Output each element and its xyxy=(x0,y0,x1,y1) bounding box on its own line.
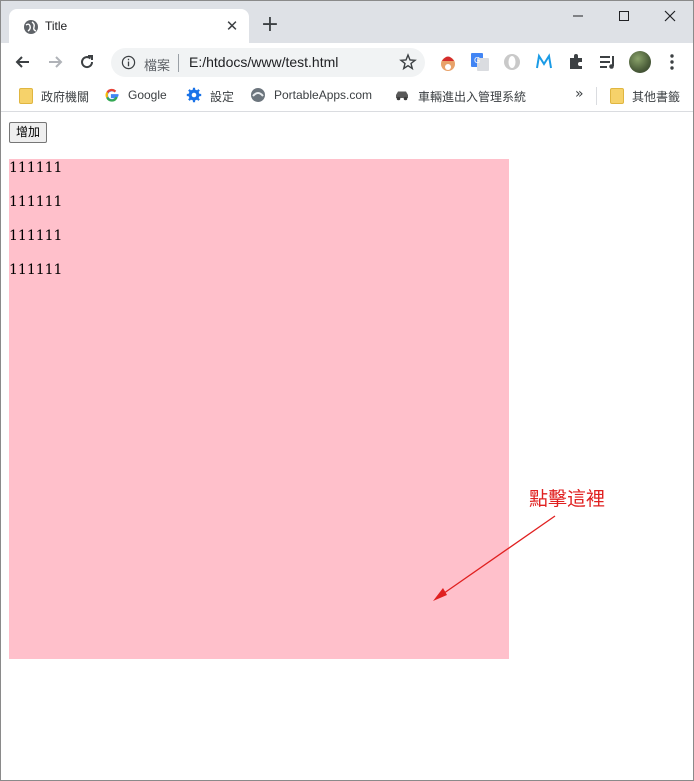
page-content: 增加 111111 111111 111111 111111 點擊這裡 xyxy=(1,112,693,780)
maximize-icon xyxy=(619,11,629,21)
gear-icon xyxy=(186,87,202,103)
star-icon[interactable] xyxy=(399,53,417,71)
more-menu-icon[interactable] xyxy=(665,53,679,71)
bookmark-label: 其他書籤 xyxy=(632,90,681,104)
browser-window: Title ✕ + 檔案 E:/htdocs/www/test.html G 政… xyxy=(0,0,694,781)
close-icon xyxy=(664,10,676,22)
annotation-arrow-icon xyxy=(433,515,556,601)
minimize-icon xyxy=(573,15,583,17)
arrow-left-icon xyxy=(15,56,29,68)
minimize-button[interactable] xyxy=(555,1,601,31)
media-control-icon[interactable] xyxy=(598,52,618,72)
bookmark-item[interactable]: 政府機關 xyxy=(17,87,97,105)
bookmarks-divider xyxy=(596,87,597,105)
info-icon[interactable] xyxy=(121,55,136,70)
bookmark-label: 設定 xyxy=(210,90,235,104)
santa-extension-icon[interactable] xyxy=(438,52,458,72)
bookmark-label: PortableApps.com xyxy=(274,88,373,102)
bookmark-label: 政府機關 xyxy=(41,90,90,104)
omnibox-divider xyxy=(178,54,179,72)
forward-button[interactable] xyxy=(42,49,68,75)
translate-extension-icon[interactable]: G xyxy=(470,52,490,72)
google-icon xyxy=(105,88,119,102)
arrow-right-icon xyxy=(49,56,63,68)
bookmarks-bar: 政府機關 Google 設定 PortableApps.com 車輛進出入管理系… xyxy=(1,81,693,112)
browser-toolbar: 檔案 E:/htdocs/www/test.html G xyxy=(1,43,693,81)
other-bookmarks[interactable]: 其他書籤 xyxy=(608,87,693,105)
annotation-text: 點擊這裡 xyxy=(529,488,606,510)
tab-title: Title xyxy=(45,19,68,33)
text-line: 111111 xyxy=(9,160,63,176)
close-tab-icon[interactable]: ✕ xyxy=(223,17,241,35)
reload-button[interactable] xyxy=(74,49,100,75)
profile-avatar[interactable] xyxy=(629,51,651,73)
address-bar[interactable]: 檔案 E:/htdocs/www/test.html xyxy=(111,48,425,77)
security-label: 檔案 xyxy=(144,59,171,74)
bookmark-item[interactable]: Google xyxy=(104,87,174,105)
text-line: 111111 xyxy=(9,228,63,244)
bookmark-label: 車輛進出入管理系統 xyxy=(418,90,527,104)
text-line: 111111 xyxy=(9,194,63,210)
globe-icon xyxy=(24,20,38,34)
m-extension-icon[interactable] xyxy=(534,52,554,72)
puzzle-extensions-icon[interactable] xyxy=(566,52,586,72)
url-text[interactable]: E:/htdocs/www/test.html xyxy=(189,54,338,70)
tab-strip: Title ✕ + xyxy=(1,1,693,43)
text-line: 111111 xyxy=(9,262,63,278)
folder-icon xyxy=(17,87,33,104)
folder-icon xyxy=(608,87,624,104)
maximize-button[interactable] xyxy=(601,1,647,31)
car-icon xyxy=(396,91,408,101)
bookmark-item[interactable]: PortableApps.com xyxy=(250,87,385,105)
add-button[interactable]: 增加 xyxy=(9,122,48,143)
svg-text:G: G xyxy=(474,56,480,65)
portableapps-icon xyxy=(251,88,265,102)
bookmark-item[interactable]: 設定 xyxy=(186,87,241,105)
close-window-button[interactable] xyxy=(647,1,693,31)
bookmark-label: Google xyxy=(128,88,167,102)
chevron-double-right-icon[interactable]: » xyxy=(575,86,584,102)
back-button[interactable] xyxy=(10,49,36,75)
reload-icon xyxy=(81,55,94,69)
opera-extension-icon[interactable] xyxy=(502,52,522,72)
new-tab-button[interactable]: + xyxy=(259,14,281,36)
bookmark-item[interactable]: 車輛進出入管理系統 xyxy=(394,87,534,105)
tab-active[interactable]: Title ✕ xyxy=(9,9,249,43)
